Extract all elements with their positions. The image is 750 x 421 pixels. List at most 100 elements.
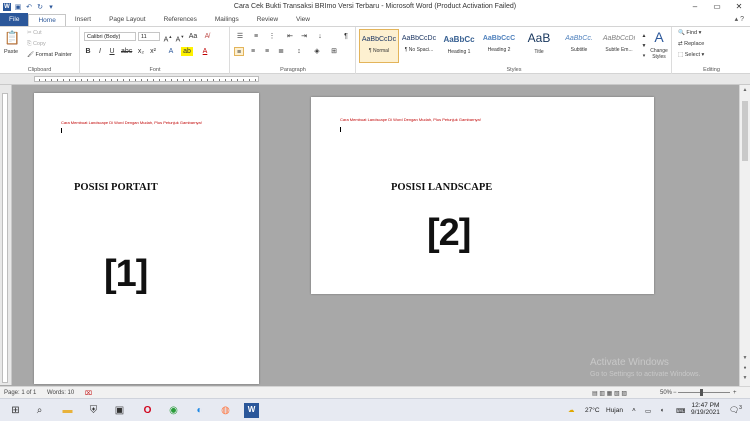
store-icon[interactable]: ▣ <box>112 403 127 418</box>
copy-button[interactable]: ⎘ Copy <box>27 41 46 48</box>
tab-review[interactable]: Review <box>248 14 287 26</box>
style-normal[interactable]: AaBbCcDc ¶ Normal <box>359 29 399 63</box>
find-button[interactable]: 🔍 Find ▾ <box>678 30 701 36</box>
opera-icon[interactable]: O <box>140 403 155 418</box>
align-left-icon[interactable]: ≡ <box>234 47 244 56</box>
subscript-icon[interactable]: x₂ <box>137 47 145 56</box>
style-heading-2[interactable]: AaBbCcC Heading 2 <box>479 29 519 63</box>
tab-view[interactable]: View <box>287 14 319 26</box>
tab-file[interactable]: File <box>0 13 29 26</box>
strikethrough-icon[interactable]: abc <box>121 47 132 56</box>
paste-button[interactable]: Paste <box>4 49 18 55</box>
style-heading-1[interactable]: AaBbCc Heading 1 <box>439 29 479 63</box>
superscript-icon[interactable]: x² <box>149 47 157 56</box>
decrease-indent-icon[interactable]: ⇤ <box>285 32 295 41</box>
replace-button[interactable]: ⇄ Replace <box>678 41 704 47</box>
underline-button[interactable]: U <box>108 47 116 56</box>
tab-insert[interactable]: Insert <box>66 14 100 26</box>
multilevel-list-icon[interactable]: ⋮ <box>267 32 277 41</box>
scrollbar-thumb[interactable] <box>742 101 748 161</box>
style-title[interactable]: AaB Title <box>519 29 559 63</box>
shading-icon[interactable]: ◈ <box>312 47 322 56</box>
align-center-icon[interactable]: ≡ <box>248 47 258 56</box>
style-subtitle[interactable]: AaBbCc. Subtitle <box>559 29 599 63</box>
numbering-icon[interactable]: ≡ <box>251 32 261 41</box>
tab-page-layout[interactable]: Page Layout <box>100 14 155 26</box>
styles-scroll-icon[interactable]: ▲ ▼ ▾ <box>640 31 648 59</box>
vertical-scrollbar[interactable]: ▲ ▼ ● ▼ <box>739 85 750 386</box>
scroll-down-icon[interactable]: ▼ <box>740 355 750 361</box>
font-name-select[interactable]: Calibri (Body) <box>84 32 136 41</box>
zoom-level[interactable]: 50% <box>660 390 672 396</box>
tray-chevron-icon[interactable]: ˄ <box>632 407 636 414</box>
minimize-button[interactable]: – <box>684 0 706 13</box>
italic-button[interactable]: I <box>96 47 104 56</box>
line-spacing-icon[interactable]: ↕ <box>294 47 304 56</box>
language-icon[interactable]: ⌨ <box>676 407 685 415</box>
close-button[interactable]: ✕ <box>728 0 750 13</box>
search-icon[interactable]: ⌕ <box>32 403 47 418</box>
tab-home[interactable]: Home <box>28 14 66 26</box>
edge-icon[interactable]: ◐ <box>192 403 207 418</box>
chrome-icon[interactable]: ◉ <box>166 403 181 418</box>
borders-icon[interactable]: ⊞ <box>329 47 339 56</box>
browse-object-icon[interactable]: ● <box>740 365 750 371</box>
volume-icon[interactable]: ◖ <box>660 407 664 414</box>
zoom-in-icon[interactable]: + <box>733 390 737 396</box>
temperature[interactable]: 27°C <box>585 407 600 414</box>
justify-icon[interactable]: ≣ <box>276 47 286 56</box>
file-explorer-icon[interactable]: ▬ <box>60 403 75 418</box>
bold-button[interactable]: B <box>84 47 92 56</box>
change-styles-button[interactable]: Change Styles <box>647 48 671 60</box>
page-landscape[interactable]: Cara Membuat Landscape Di Word Dengan Mu… <box>311 97 654 294</box>
weather-icon[interactable]: ☁ <box>568 406 575 414</box>
weather-text[interactable]: Hujan <box>606 407 623 414</box>
network-icon[interactable]: ▭ <box>645 407 651 415</box>
view-buttons[interactable]: ▤ ▥ ▦ ▧ ▨ <box>592 390 627 397</box>
vertical-ruler-track[interactable] <box>2 93 8 383</box>
paste-icon[interactable]: 📋 <box>4 30 20 46</box>
clock[interactable]: 12:47 PM 9/19/2021 <box>691 402 720 416</box>
word-taskbar-icon[interactable]: W <box>244 403 259 418</box>
page-count[interactable]: Page: 1 of 1 <box>4 390 36 396</box>
bullets-icon[interactable]: ☰ <box>235 32 245 41</box>
style-no-spacing[interactable]: AaBbCcDc ¶ No Spaci... <box>399 29 439 63</box>
firefox-icon[interactable]: ◍ <box>218 403 233 418</box>
grow-font-icon[interactable]: A▲ <box>163 32 173 43</box>
zoom-slider-knob[interactable] <box>700 389 703 396</box>
highlight-icon[interactable]: ab <box>181 47 193 56</box>
proofing-icon[interactable]: ⌧ <box>85 390 92 397</box>
font-size-select[interactable]: 11 <box>138 32 160 41</box>
next-page-icon[interactable]: ▼ <box>740 375 750 381</box>
tab-references[interactable]: References <box>155 14 206 26</box>
shrink-font-icon[interactable]: A▼ <box>175 32 185 43</box>
text-effects-icon[interactable]: A <box>165 47 177 56</box>
vertical-ruler[interactable] <box>0 85 12 385</box>
horizontal-ruler[interactable] <box>0 74 750 85</box>
cut-button[interactable]: ✂ Cut <box>27 30 42 36</box>
increase-indent-icon[interactable]: ⇥ <box>299 32 309 41</box>
word-count[interactable]: Words: 10 <box>47 390 74 396</box>
change-styles-icon[interactable]: A <box>649 29 669 45</box>
maximize-button[interactable]: ▭ <box>706 0 728 13</box>
select-button[interactable]: ⬚ Select ▾ <box>678 52 704 58</box>
page-portrait[interactable]: Cara Membuat Landscape Di Word Dengan Mu… <box>34 93 259 384</box>
change-case-icon[interactable]: Aa <box>188 32 198 41</box>
zoom-out-icon[interactable]: − <box>673 390 677 396</box>
tab-mailings[interactable]: Mailings <box>206 14 248 26</box>
document-canvas[interactable]: Cara Membuat Landscape Di Word Dengan Mu… <box>12 85 739 386</box>
style-subtle-emphasis[interactable]: AaBbCcDi Subtle Em... <box>599 29 639 63</box>
notification-icon[interactable]: 🗨3 <box>729 405 742 415</box>
sort-icon[interactable]: ↓ <box>315 32 325 41</box>
show-formatting-icon[interactable]: ¶ <box>341 32 351 41</box>
security-shield-icon[interactable]: ⛨ <box>86 403 101 418</box>
zoom-slider[interactable] <box>678 392 730 393</box>
ruler-track[interactable] <box>34 76 259 82</box>
help-icon[interactable]: ▴ ? <box>735 15 744 23</box>
font-color-icon[interactable]: A <box>199 47 211 56</box>
scroll-up-icon[interactable]: ▲ <box>740 87 750 93</box>
format-painter-button[interactable]: 🖌 Format Painter <box>27 52 72 58</box>
start-icon[interactable]: ⊞ <box>8 403 23 418</box>
clear-formatting-icon[interactable]: A̸ <box>202 32 212 41</box>
align-right-icon[interactable]: ≡ <box>262 47 272 56</box>
